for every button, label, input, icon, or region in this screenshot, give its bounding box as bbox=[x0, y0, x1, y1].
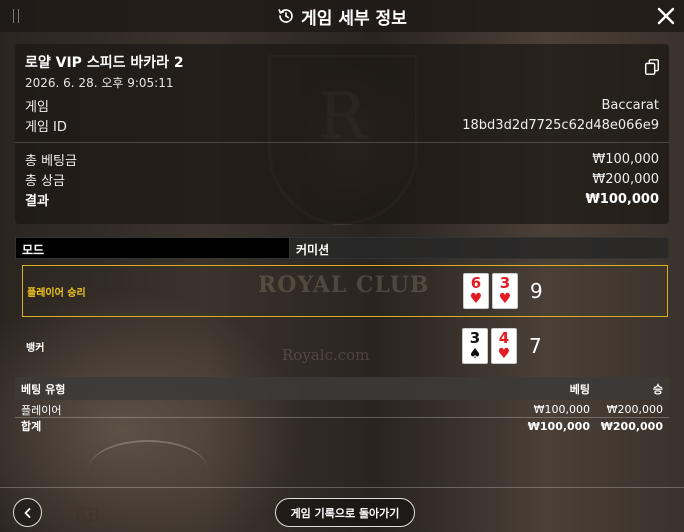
title-group: 게임 세부 정보 bbox=[277, 4, 407, 29]
table-row: 플레이어 ₩100,000 ₩200,000 bbox=[15, 402, 669, 418]
card-rank: 3 bbox=[469, 329, 481, 347]
game-summary-card: 로얄 VIP 스피드 바카라 2 2026. 6. 28. 오후 9:05:11… bbox=[15, 44, 669, 224]
banker-score: 7 bbox=[529, 334, 542, 358]
copy-icon[interactable] bbox=[643, 58, 661, 76]
result-label: 결과 bbox=[25, 193, 49, 209]
bet-type-cell: 플레이어 bbox=[21, 403, 62, 417]
game-value: Baccarat bbox=[601, 97, 659, 113]
result-value: ₩100,000 bbox=[585, 191, 659, 207]
spade-suit-icon: ♠ bbox=[468, 346, 482, 362]
game-name: 로얄 VIP 스피드 바카라 2 bbox=[25, 55, 184, 71]
playing-card: 6 ♥ bbox=[463, 273, 489, 309]
total-payout-value: ₩200,000 bbox=[592, 171, 659, 187]
mode-column-header: 모드 bbox=[15, 237, 290, 259]
heart-suit-icon: ♥ bbox=[498, 291, 512, 307]
footer-divider bbox=[0, 487, 684, 488]
bets-table-header: 베팅 유형 베팅 승 bbox=[15, 377, 669, 400]
win-amount-cell: ₩200,000 bbox=[600, 419, 663, 433]
title-bar: 게임 세부 정보 bbox=[0, 0, 684, 32]
win-amount-cell: ₩200,000 bbox=[606, 403, 663, 416]
page-title: 게임 세부 정보 bbox=[301, 8, 407, 29]
playing-card: 4 ♥ bbox=[491, 328, 517, 364]
chevron-left-icon bbox=[24, 507, 30, 518]
banker-result-row: 뱅커 3 ♠ 4 ♥ 7 bbox=[22, 320, 668, 372]
bet-amount-cell: ₩100,000 bbox=[533, 403, 590, 416]
summary-divider bbox=[15, 142, 669, 143]
bet-type-cell: 합계 bbox=[21, 420, 42, 433]
total-bet-row: 총 베팅금 ₩100,000 bbox=[25, 149, 659, 169]
player-result-row: 플레이어 승리 6 ♥ 3 ♥ 9 bbox=[22, 265, 668, 317]
game-date: 2026. 6. 28. 오후 9:05:11 bbox=[25, 76, 174, 90]
heart-suit-icon: ♥ bbox=[497, 346, 511, 362]
game-id-value: 18bd3d2d7725c62d48e066e9 bbox=[462, 117, 659, 133]
close-icon bbox=[657, 7, 675, 25]
bet-amount-header: 베팅 bbox=[569, 382, 590, 396]
drag-handle[interactable] bbox=[13, 9, 19, 23]
back-button[interactable] bbox=[13, 498, 42, 527]
mode-table-header: 모드 커미션 bbox=[15, 237, 669, 259]
total-bet-label: 총 베팅금 bbox=[25, 153, 77, 169]
result-row: 결과 ₩100,000 bbox=[25, 189, 659, 209]
bet-type-header: 베팅 유형 bbox=[21, 382, 66, 396]
game-id-row: 게임 ID 18bd3d2d7725c62d48e066e9 bbox=[25, 115, 659, 135]
playing-card: 3 ♠ bbox=[462, 328, 488, 364]
card-rank: 4 bbox=[498, 329, 510, 347]
game-label: 게임 bbox=[25, 99, 49, 115]
back-to-history-button[interactable]: 게임 기록으로 돌아가기 bbox=[275, 498, 415, 527]
banker-cards: 3 ♠ 4 ♥ bbox=[462, 328, 517, 364]
card-rank: 3 bbox=[499, 274, 511, 292]
table-total-row: 합계 ₩100,000 ₩200,000 bbox=[15, 418, 669, 434]
bet-amount-cell: ₩100,000 bbox=[527, 419, 590, 433]
player-cards: 6 ♥ 3 ♥ bbox=[463, 273, 518, 309]
player-result-label: 플레이어 승리 bbox=[27, 287, 86, 299]
playing-card: 3 ♥ bbox=[492, 273, 518, 309]
game-row: 게임 Baccarat bbox=[25, 95, 659, 115]
bets-table: 베팅 유형 베팅 승 플레이어 ₩100,000 ₩200,000 합계 ₩10… bbox=[15, 377, 669, 434]
background-corner-text: ER bbox=[74, 505, 101, 526]
game-id-label: 게임 ID bbox=[25, 119, 67, 135]
heart-suit-icon: ♥ bbox=[469, 291, 483, 307]
total-payout-row: 총 상금 ₩200,000 bbox=[25, 169, 659, 189]
total-bet-value: ₩100,000 bbox=[592, 151, 659, 167]
banker-result-label: 뱅커 bbox=[26, 342, 45, 354]
player-score: 9 bbox=[530, 279, 543, 303]
history-icon bbox=[278, 9, 293, 23]
total-payout-label: 총 상금 bbox=[25, 173, 66, 189]
close-button[interactable] bbox=[654, 4, 678, 28]
win-amount-header: 승 bbox=[652, 382, 663, 396]
commission-column-header: 커미션 bbox=[290, 237, 669, 259]
background-glass bbox=[88, 440, 208, 500]
card-rank: 6 bbox=[470, 274, 482, 292]
